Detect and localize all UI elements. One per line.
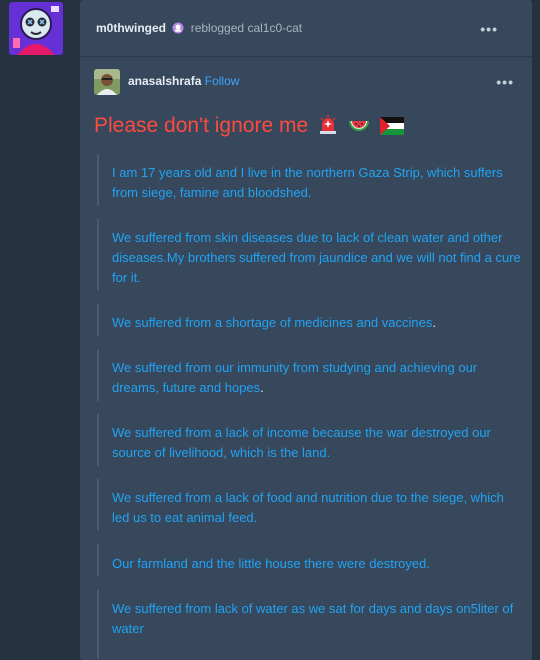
avatar-image	[9, 2, 63, 55]
reblog-action-text: reblogged	[190, 21, 245, 35]
quote-bar	[97, 349, 99, 401]
quote-bar	[97, 304, 99, 336]
quote-bar	[97, 154, 99, 206]
post-paragraph: We suffered from our immunity from study…	[112, 358, 522, 398]
follow-button[interactable]: Follow	[205, 74, 240, 88]
quote-bar	[97, 589, 99, 659]
quote-bar	[97, 544, 99, 576]
watermelon-icon	[348, 121, 369, 131]
siren-icon	[320, 115, 336, 134]
paragraph-text: We suffered from our immunity from study…	[112, 360, 478, 395]
author-name-link[interactable]: anasalshrafa	[128, 74, 201, 88]
reblogger-name-link[interactable]: m0thwinged	[96, 21, 166, 35]
post-paragraph: I am 17 years old and I live in the nort…	[112, 165, 503, 200]
paragraph-period: .	[432, 315, 436, 330]
header-divider	[80, 56, 532, 57]
post-paragraph: Our farmland and the little house there …	[112, 556, 430, 571]
reblogger-badge-icon	[172, 22, 184, 37]
author-row: anasalshrafa Follow	[128, 74, 239, 88]
quote-bar	[97, 219, 99, 291]
reblogger-avatar[interactable]	[9, 2, 63, 55]
post-paragraph: We suffered from lack of water as we sat…	[112, 601, 514, 636]
quote-bar	[97, 414, 99, 466]
post-more-options-button[interactable]: •••	[496, 74, 514, 90]
source-blog-link[interactable]: cal1c0-cat	[247, 21, 302, 35]
paragraph-period: .	[260, 380, 264, 395]
post-paragraph: We suffered from a lack of food and nutr…	[112, 490, 504, 525]
post-title: Please don't ignore me	[94, 114, 404, 138]
quote-bar	[97, 479, 99, 531]
reblog-header: m0thwinged reblogged cal1c0-cat •••	[96, 21, 516, 39]
post-card: m0thwinged reblogged cal1c0-cat ••• anas…	[80, 0, 532, 660]
post-paragraph: We suffered from a lack of income becaus…	[112, 425, 491, 460]
palestine-flag-icon	[379, 117, 404, 135]
author-photo	[94, 69, 120, 95]
paragraph-text: We suffered from a shortage of medicines…	[112, 315, 433, 330]
post-paragraph: We suffered from a shortage of medicines…	[112, 313, 522, 333]
post-title-text: Please don't ignore me	[94, 114, 309, 137]
post-paragraph: We suffered from skin diseases due to la…	[112, 230, 521, 285]
author-avatar[interactable]	[94, 69, 120, 95]
reblog-more-options-button[interactable]: •••	[480, 21, 498, 37]
